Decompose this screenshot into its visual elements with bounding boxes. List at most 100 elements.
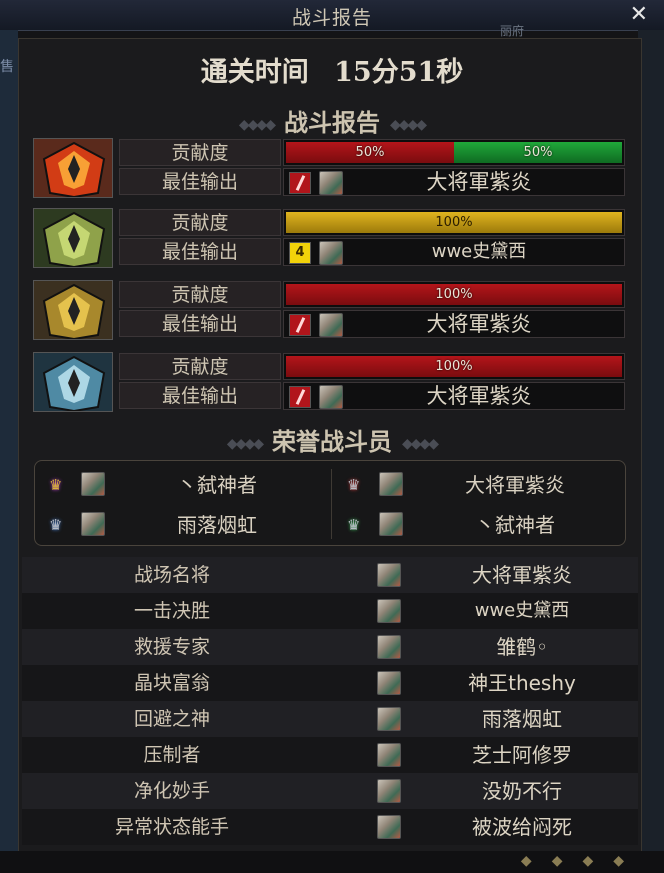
avatar (319, 385, 343, 409)
award-winner-name: 神王theshy (468, 671, 576, 695)
avatar (377, 815, 401, 839)
medal-icon: ♛ (347, 476, 361, 494)
avatar (81, 472, 105, 496)
award-row: 净化妙手 没奶不行 (22, 773, 638, 809)
medal-icon: ♛ (347, 516, 361, 534)
report-title-text: 战斗报告 (284, 108, 380, 137)
award-winner-name: wwe史黛西 (474, 600, 570, 621)
ornament-right-icon: ◆◆◆◆ (402, 435, 439, 452)
award-winner-name: 大将軍紫炎 (472, 563, 572, 587)
avatar (377, 599, 401, 623)
avatar (377, 743, 401, 767)
clear-time: 通关时间 15分51秒 (0, 50, 664, 89)
avatar (377, 707, 401, 731)
honor-fighter-name: 丶弑神者 (475, 513, 555, 537)
best-output-row: 大将軍紫炎 (283, 382, 625, 410)
contribution-label: 贡献度 (119, 209, 281, 236)
medal-icon: ♛ (49, 476, 63, 494)
contribution-bar: 100% (283, 281, 625, 308)
boss-row: 贡献度 最佳输出 50% 50% 大将軍紫炎 (33, 138, 627, 198)
award-winner-name: 雨落烟虹 (482, 707, 562, 731)
honor-fighter-name: 丶弑神者 (177, 473, 257, 497)
award-row: 一击决胜 wwe史黛西 (22, 593, 638, 629)
award-title: 救援专家 (133, 636, 210, 658)
award-title: 晶块富翁 (133, 672, 210, 694)
award-title: 压制者 (143, 744, 201, 766)
award-title: 一击决胜 (133, 600, 210, 622)
award-winner-name: 芝士阿修罗 (472, 743, 572, 767)
boss-row: 贡献度 最佳输出 100% 4 wwe史黛西 (33, 208, 627, 268)
award-row: 晶块富翁 神王theshy (22, 665, 638, 701)
best-output-name: 大将軍紫炎 (426, 170, 532, 194)
award-row: 战场名将 大将軍紫炎 (22, 557, 638, 593)
contribution-segment: 100% (286, 284, 622, 305)
avatar (319, 171, 343, 195)
gold-armor-boss-portrait (33, 280, 113, 340)
class-icon (289, 314, 311, 336)
honor-fighter-name: 大将軍紫炎 (465, 473, 565, 497)
contribution-label: 贡献度 (119, 281, 281, 308)
honor-fighter: ♛ 丶弑神者 (35, 467, 329, 503)
window-title: 战斗报告 (291, 7, 372, 29)
honor-fighter-name: 雨落烟虹 (177, 513, 257, 537)
clear-time-value: 15分51秒 (334, 57, 464, 88)
avatar (377, 671, 401, 695)
avatar (81, 512, 105, 536)
class-icon (289, 386, 311, 408)
best-output-name: 大将軍紫炎 (426, 312, 532, 336)
bottom-strip: ◆◆◆◆ (0, 851, 664, 873)
best-output-label: 最佳输出 (119, 168, 281, 195)
contribution-label: 贡献度 (119, 353, 281, 380)
best-output-row: 4 wwe史黛西 (283, 238, 625, 266)
award-winner-name: 雏鹤◦ (496, 635, 548, 659)
window-title-bar: 战斗报告 ✕ (0, 0, 664, 31)
contribution-bar: 100% (283, 353, 625, 380)
contribution-bar: 100% (283, 209, 625, 236)
boss-row: 贡献度 最佳输出 100% 大将軍紫炎 (33, 280, 627, 340)
honor-section-title: ◆◆◆◆ 荣誉战斗员 ◆◆◆◆ (0, 422, 664, 457)
background-topright-text: 丽府 (500, 24, 525, 38)
best-output-label: 最佳输出 (119, 310, 281, 337)
blue-armor-boss-portrait (33, 352, 113, 412)
award-winner-name: 没奶不行 (482, 779, 562, 803)
honor-fighter: ♛ 雨落烟虹 (35, 507, 329, 543)
avatar (319, 313, 343, 337)
avatar (377, 779, 401, 803)
award-row: 救援专家 雏鹤◦ (22, 629, 638, 665)
contribution-label: 贡献度 (119, 139, 281, 166)
award-list: 战场名将 大将軍紫炎一击决胜 wwe史黛西救援专家 雏鹤◦ 晶块富翁 神王theshy 回避… (22, 557, 638, 845)
avatar (319, 241, 343, 265)
best-output-name: 大将軍紫炎 (426, 384, 532, 408)
honor-fighter: ♛ 丶弑神者 (333, 507, 627, 543)
honor-title-text: 荣誉战斗员 (272, 427, 392, 456)
contribution-segment: 100% (286, 212, 622, 233)
award-title: 异常状态能手 (114, 816, 229, 838)
skill-bar-icon: ◆◆◆◆ (520, 853, 644, 869)
ornament-left-icon: ◆◆◆◆ (238, 116, 276, 133)
report-section-title: ◆◆◆◆ 战斗报告 ◆◆◆◆ (0, 103, 664, 138)
contribution-segment: 100% (286, 356, 622, 377)
contribution-segment: 50% (454, 142, 622, 163)
avatar (377, 563, 401, 587)
best-output-row: 大将軍紫炎 (283, 168, 625, 196)
honor-fighter: ♛ 大将軍紫炎 (333, 467, 627, 503)
honor-divider (331, 469, 332, 539)
award-winner-name: 被波给闷死 (472, 815, 572, 839)
clear-time-label: 通关时间 (200, 57, 309, 88)
class-icon: 4 (289, 242, 311, 264)
award-row: 压制者 芝士阿修罗 (22, 737, 638, 773)
award-row: 异常状态能手 被波给闷死 (22, 809, 638, 845)
best-output-label: 最佳输出 (119, 238, 281, 265)
boss-row: 贡献度 最佳输出 100% 大将軍紫炎 (33, 352, 627, 412)
avatar (379, 512, 403, 536)
close-icon[interactable]: ✕ (630, 2, 648, 27)
avatar (377, 635, 401, 659)
green-thorn-boss-portrait (33, 208, 113, 268)
medal-icon: ♛ (49, 516, 63, 534)
best-output-row: 大将軍紫炎 (283, 310, 625, 338)
honor-fighters-box: ♛ 丶弑神者 ♛ 大将軍紫炎 ♛ 雨落烟虹 ♛ 丶弑神者 (34, 460, 626, 546)
award-title: 回避之神 (133, 708, 210, 730)
red-flame-boss-portrait (33, 138, 113, 198)
best-output-label: 最佳输出 (119, 382, 281, 409)
avatar (379, 472, 403, 496)
